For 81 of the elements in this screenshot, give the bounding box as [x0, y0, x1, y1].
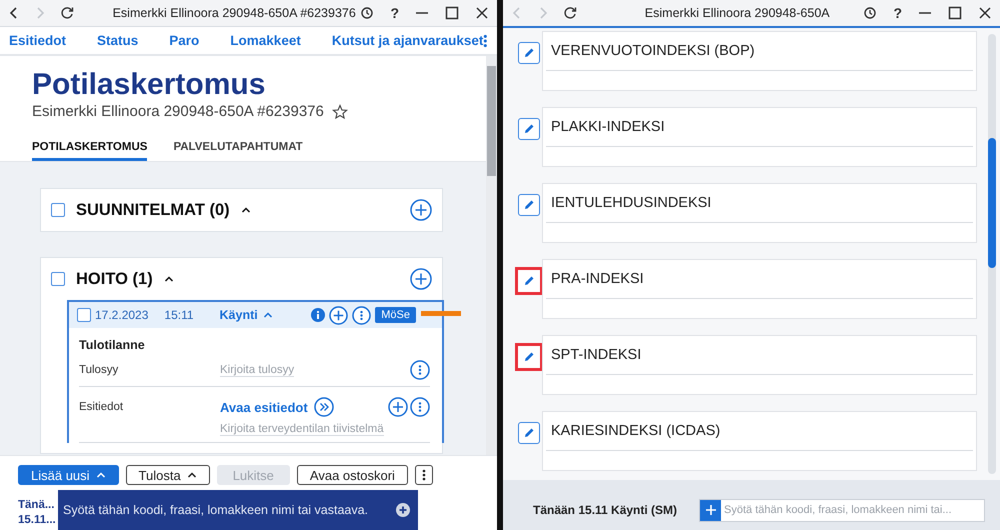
date-label: 15.11...: [18, 513, 57, 528]
more-icon[interactable]: [352, 306, 372, 324]
add-icon[interactable]: [329, 306, 348, 324]
add-icon[interactable]: [388, 397, 408, 417]
entry-type[interactable]: Käynti: [220, 308, 258, 322]
more-icon[interactable]: [410, 397, 430, 417]
edit-button[interactable]: [518, 118, 540, 140]
section-title: SUUNNITELMAT (0): [76, 200, 230, 220]
close-icon[interactable]: [978, 6, 992, 20]
tab[interactable]: PALVELUTAPAHTUMAT: [173, 137, 303, 161]
edit-button[interactable]: [515, 267, 543, 295]
double-chevron-icon[interactable]: [314, 397, 334, 417]
command-field[interactable]: Syötä tähän koodi, fraasi, lomakkeen nimi tai vastaava.: [61, 502, 396, 518]
window-title: Esimerkki Ellinoora 290948-650A: [644, 6, 831, 20]
maximize-icon[interactable]: [948, 6, 962, 20]
field-label: Tulosyy: [79, 363, 120, 376]
nav-link[interactable]: Esitiedot: [9, 33, 66, 48]
edit-button[interactable]: [515, 343, 543, 371]
index-title: PLAKKI-INDEKSI: [546, 108, 973, 147]
nav-link[interactable]: Lomakkeet: [230, 33, 301, 48]
maximize-icon[interactable]: [445, 6, 459, 20]
entry-time: 15:11: [164, 308, 194, 322]
more-icon[interactable]: [410, 360, 430, 380]
window-title: Esimerkki Ellinoora 290948-650A #6239376: [112, 6, 357, 20]
page-title: Potilaskertomus: [32, 68, 266, 102]
more-button[interactable]: [414, 465, 433, 485]
day-label: Tänä...: [18, 498, 56, 513]
collapse-icon[interactable]: [164, 275, 174, 283]
input-field[interactable]: Kirjoita tulosyy: [220, 364, 294, 377]
scrollbar[interactable]: [486, 56, 497, 455]
index-title: PRA-INDEKSI: [546, 260, 973, 299]
command-bar[interactable]: Syötä tähän koodi, fraasi, lomakkeen nimi tai...: [699, 498, 986, 522]
edit-button[interactable]: [518, 194, 540, 216]
checkbox[interactable]: [51, 272, 65, 286]
star-icon[interactable]: [332, 104, 348, 120]
refresh-icon[interactable]: [60, 6, 74, 20]
help-button[interactable]: ?: [893, 5, 902, 21]
pencil-icon: [522, 122, 536, 136]
toolbar-button[interactable]: Tulosta: [126, 465, 210, 485]
index-title: IENTULEHDUSINDEKSI: [546, 184, 973, 223]
link[interactable]: Avaa esitiedot: [220, 400, 308, 414]
history-icon[interactable]: [863, 6, 878, 20]
nav-link[interactable]: Kutsut ja ajanvaraukset: [332, 33, 484, 48]
pencil-icon: [522, 350, 536, 364]
close-icon[interactable]: [475, 6, 489, 20]
refresh-icon[interactable]: [563, 6, 577, 20]
add-icon[interactable]: [410, 199, 432, 221]
nav-link[interactable]: Status: [97, 33, 138, 48]
scrollbar[interactable]: [988, 34, 996, 474]
edit-button[interactable]: [518, 42, 540, 64]
entry-date: 17.2.2023: [95, 308, 148, 322]
edit-button[interactable]: [518, 422, 540, 444]
pencil-icon: [522, 426, 536, 440]
index-title: SPT-INDEKSI: [546, 336, 973, 375]
add-icon[interactable]: [396, 503, 410, 517]
checkbox[interactable]: [77, 308, 91, 322]
command-bar[interactable]: Syötä tähän koodi, fraasi, lomakkeen nimi tai vastaava.: [58, 490, 418, 530]
section-title: HOITO (1): [76, 270, 153, 288]
patient-name: Esimerkki Ellinoora 290948-650A #6239376: [32, 103, 324, 120]
index-title: VERENVUOTOINDEKSI (BOP): [546, 32, 973, 71]
collapse-icon[interactable]: [240, 206, 251, 214]
index-title: KARIESINDEKSI (ICDAS): [546, 412, 973, 451]
field-label: Esitiedot: [79, 400, 124, 413]
user-tag: MöSe: [375, 307, 416, 323]
group-heading: Tulotilanne: [79, 338, 146, 352]
caret-icon[interactable]: [186, 471, 197, 479]
nav-link[interactable]: Paro: [169, 33, 200, 48]
toolbar-button[interactable]: Lisää uusi: [18, 465, 119, 485]
pencil-icon: [522, 46, 536, 60]
pencil-icon: [522, 274, 536, 288]
pencil-icon: [522, 198, 536, 212]
add-icon[interactable]: [410, 268, 432, 290]
plus-icon: [706, 505, 716, 515]
more-icon: [422, 469, 426, 481]
visit-context: Tänään 15.11 Käynti (SM): [533, 503, 678, 517]
checkbox[interactable]: [51, 203, 65, 217]
help-button[interactable]: ?: [390, 5, 399, 21]
input-field[interactable]: Kirjoita terveydentilan tiivistelmä: [220, 423, 384, 436]
info-icon[interactable]: [311, 308, 326, 322]
history-icon[interactable]: [360, 6, 374, 20]
toolbar-button[interactable]: Avaa ostoskori: [296, 465, 408, 485]
